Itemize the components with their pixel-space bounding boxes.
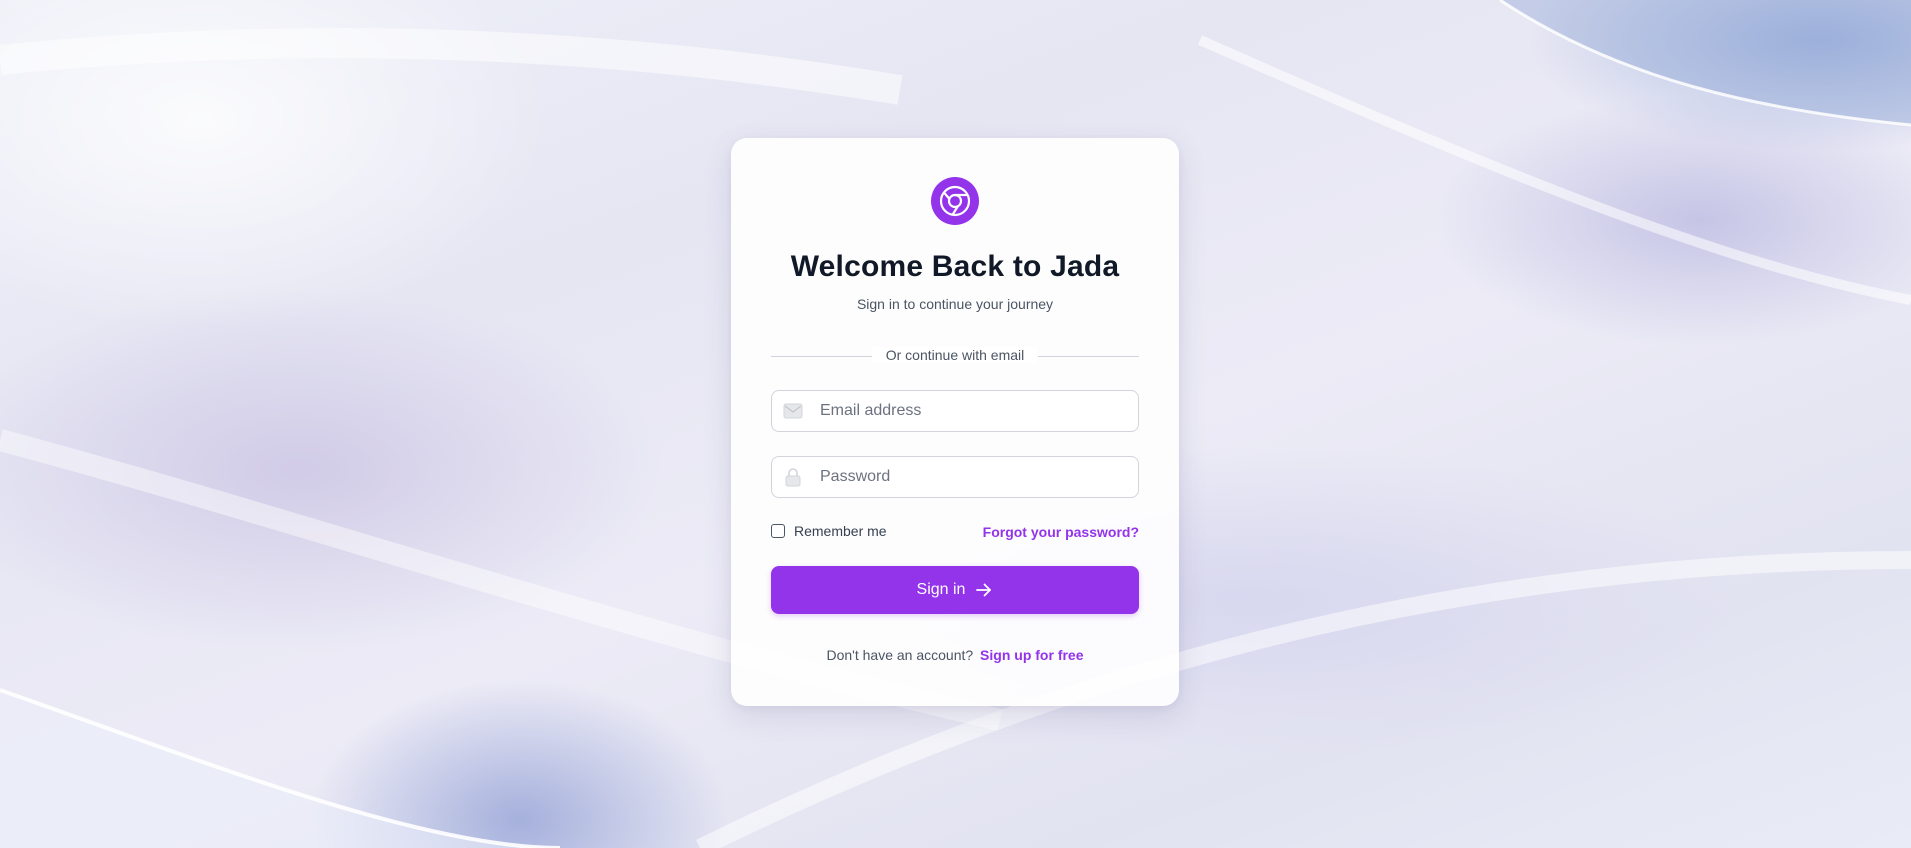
lock-icon (782, 467, 804, 487)
mail-icon (782, 401, 804, 421)
sign-in-button[interactable]: Sign in (771, 566, 1139, 614)
sign-in-button-label: Sign in (916, 581, 966, 598)
remember-me-checkbox[interactable] (771, 524, 785, 538)
page-subtitle: Sign in to continue your journey (856, 296, 1054, 312)
signup-prompt-text: Don't have an account? (826, 647, 974, 663)
email-input[interactable] (820, 391, 1130, 431)
divider-label: Or continue with email (871, 347, 1039, 363)
remember-me-label[interactable]: Remember me (794, 523, 887, 539)
password-input[interactable] (820, 457, 1130, 497)
remember-me[interactable]: Remember me (771, 523, 887, 539)
email-field-wrapper (771, 390, 1139, 432)
signup-link[interactable]: Sign up for free (980, 647, 1083, 663)
password-field-wrapper (771, 456, 1139, 498)
page-title: Welcome Back to Jada (790, 250, 1120, 283)
divider: Or continue with email (731, 347, 1179, 365)
signin-card: Welcome Back to Jada Sign in to continue… (731, 138, 1179, 706)
arrow-right-icon (975, 581, 993, 599)
chrome-style-logo-icon (931, 177, 979, 225)
signup-prompt: Don't have an account? Sign up for free (731, 647, 1179, 663)
forgot-password-link[interactable]: Forgot your password? (983, 524, 1139, 540)
